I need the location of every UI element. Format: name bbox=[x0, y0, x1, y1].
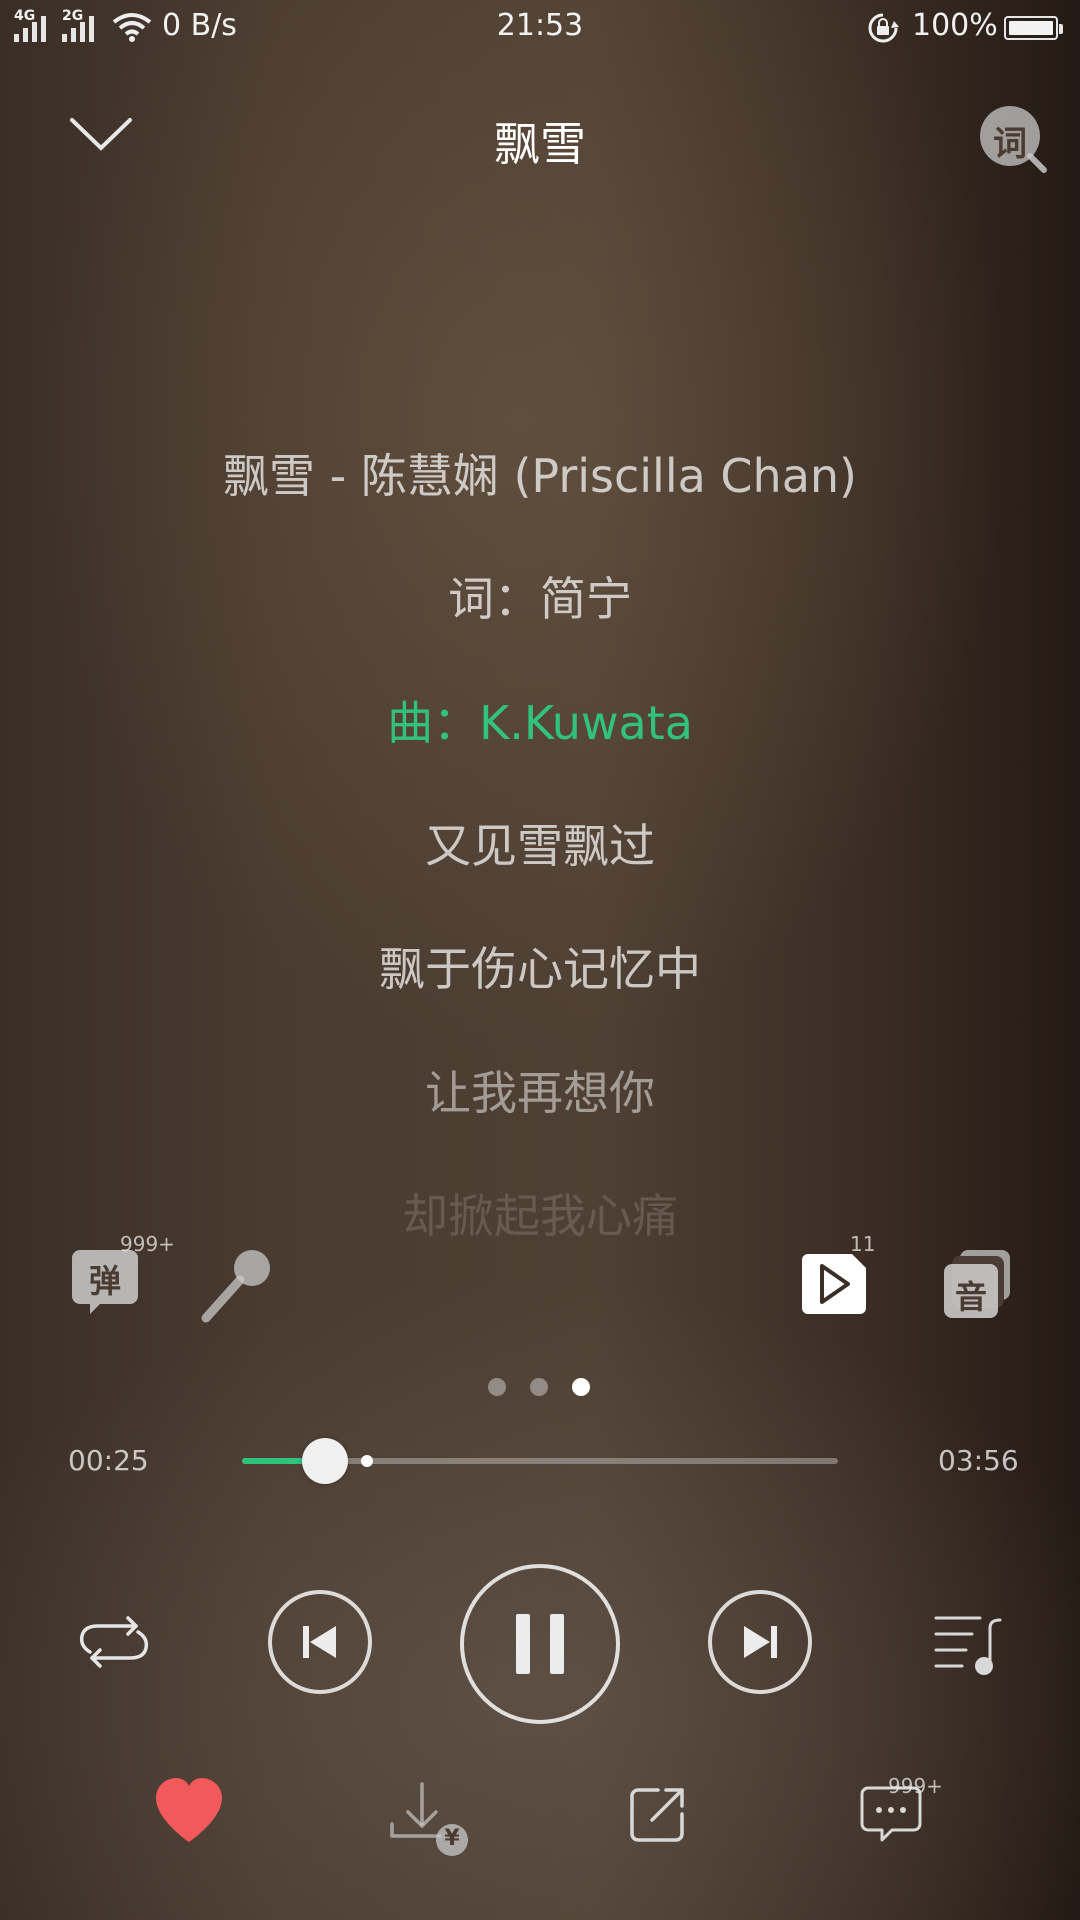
danmu-count-badge: 999+ bbox=[120, 1232, 175, 1256]
lyric-line-5: 让我再想你 bbox=[425, 1066, 655, 1120]
battery-icon bbox=[1004, 16, 1063, 40]
battery-percent: 100% bbox=[912, 8, 998, 43]
lyric-line-3: 又见雪飘过 bbox=[425, 819, 655, 873]
comment-count-badge: 999+ bbox=[888, 1774, 943, 1798]
elapsed-time: 00:25 bbox=[68, 1444, 149, 1477]
share-icon[interactable] bbox=[628, 1786, 686, 1844]
sound-effect-label: 音 bbox=[954, 1278, 987, 1316]
pause-icon bbox=[516, 1614, 564, 1674]
lyric-search-label: 词 bbox=[993, 124, 1027, 164]
karaoke-mic-icon[interactable] bbox=[196, 1246, 276, 1326]
danmu-button[interactable]: 弹 bbox=[72, 1248, 138, 1316]
total-time: 03:56 bbox=[938, 1444, 1019, 1477]
mv-count-badge: 11 bbox=[850, 1232, 876, 1256]
price-symbol: ¥ bbox=[444, 1826, 460, 1851]
danmu-label: 弹 bbox=[88, 1262, 121, 1300]
next-icon bbox=[744, 1626, 777, 1658]
lyric-search-icon[interactable]: 词 bbox=[978, 104, 1050, 176]
page-dot-2[interactable] bbox=[530, 1378, 548, 1396]
repeat-mode-icon[interactable] bbox=[76, 1614, 152, 1670]
previous-track-button[interactable] bbox=[268, 1590, 372, 1694]
progress-thumb[interactable] bbox=[302, 1438, 349, 1484]
lyric-line-current: 曲：K.Kuwata bbox=[387, 696, 693, 750]
lyric-line-1: 词：简宁 bbox=[448, 572, 632, 626]
pause-button[interactable] bbox=[460, 1564, 620, 1724]
progress-bar[interactable] bbox=[242, 1438, 838, 1484]
buffer-marker bbox=[361, 1455, 374, 1467]
next-track-button[interactable] bbox=[708, 1590, 812, 1694]
rotation-lock-icon bbox=[868, 13, 899, 43]
page-dot-1[interactable] bbox=[488, 1378, 506, 1396]
mv-button[interactable] bbox=[802, 1254, 866, 1314]
download-button[interactable]: ¥ bbox=[390, 1782, 470, 1858]
status-bar: 4G 2G 0 B/s 21:53 100% bbox=[0, 0, 1080, 56]
lyric-line-0: 飘雪 - 陈慧娴 (Priscilla Chan) bbox=[222, 449, 857, 503]
previous-icon bbox=[303, 1626, 336, 1658]
lyric-line-4: 飘于伤心记忆中 bbox=[379, 942, 701, 996]
like-heart-icon[interactable] bbox=[154, 1778, 224, 1844]
song-title: 飘雪 bbox=[494, 117, 586, 171]
page-dot-3-active[interactable] bbox=[572, 1378, 590, 1396]
playlist-icon[interactable] bbox=[932, 1612, 1004, 1676]
sound-effect-button[interactable]: 音 bbox=[942, 1250, 1012, 1320]
